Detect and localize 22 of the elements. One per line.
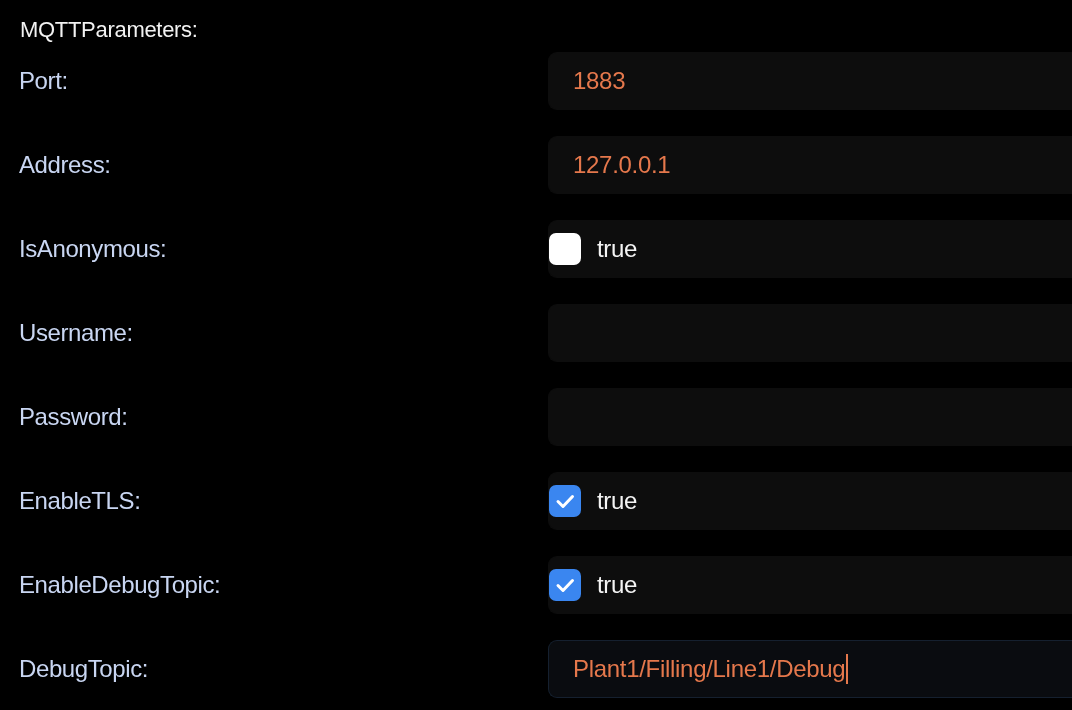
checkbox[interactable] [549, 569, 581, 601]
field-value: 1883 [572, 66, 626, 96]
input-field[interactable]: 127.0.0.1 [548, 136, 1072, 194]
field-label: Password: [19, 403, 128, 430]
field-value: 127.0.0.1 [572, 150, 671, 180]
field-label: DebugTopic: [19, 655, 149, 682]
text-cursor-icon [846, 654, 849, 684]
field-value: Plant1/Filling/Line1/Debug [572, 654, 846, 684]
section-title: MQTTParameters: [20, 16, 198, 44]
field-label: Port: [19, 67, 68, 94]
checkbox-label[interactable]: true [597, 483, 638, 519]
field-label: Username: [19, 319, 133, 346]
field-label: EnableTLS: [19, 487, 141, 514]
checkbox[interactable] [549, 485, 581, 517]
input-field[interactable]: 1883 [548, 52, 1072, 110]
input-field[interactable]: Plant1/Filling/Line1/Debug [548, 640, 1072, 698]
checkbox-label[interactable]: true [597, 567, 638, 603]
checkbox[interactable] [549, 233, 581, 265]
field-label: IsAnonymous: [19, 235, 167, 262]
field-label: Address: [19, 151, 111, 178]
field-label: EnableDebugTopic: [19, 571, 221, 598]
checkbox-label[interactable]: true [597, 231, 638, 267]
